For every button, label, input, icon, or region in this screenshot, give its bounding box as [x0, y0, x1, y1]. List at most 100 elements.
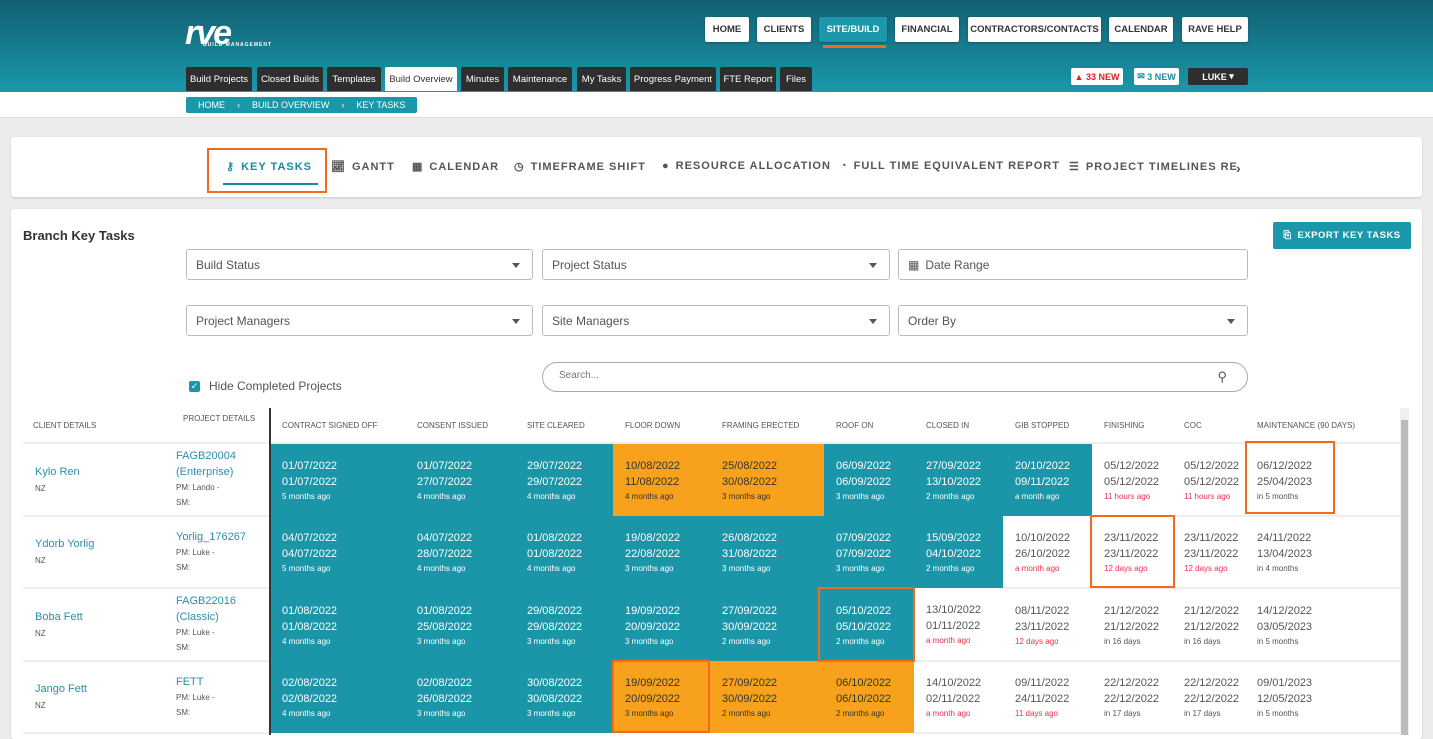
task-cell[interactable]: 06/12/2022 25/04/2023 in 5 months: [1245, 443, 1400, 517]
task-cell[interactable]: 30/08/2022 30/08/2022 3 months ago: [515, 660, 613, 733]
export-key-tasks-button[interactable]: ⎘ EXPORT KEY TASKS: [1273, 222, 1411, 249]
nav-contractors[interactable]: CONTRACTORS/CONTACTS: [968, 17, 1101, 42]
task-cell[interactable]: 13/10/2022 01/11/2022 a month ago: [914, 588, 1003, 662]
alerts-badge[interactable]: ▲ 33 NEW: [1071, 68, 1123, 85]
task-cell[interactable]: 14/12/2022 03/05/2023 in 5 months: [1245, 588, 1400, 662]
task-cell[interactable]: 22/12/2022 22/12/2022 in 17 days: [1172, 660, 1245, 734]
messages-badge[interactable]: ✉ 3 NEW: [1134, 68, 1179, 85]
build-status-select[interactable]: Build Status: [186, 249, 533, 280]
task-cell[interactable]: 05/10/2022 05/10/2022 2 months ago: [824, 588, 914, 661]
project-link[interactable]: (Classic): [176, 609, 270, 625]
nav-site-build[interactable]: SITE/BUILD: [819, 17, 887, 42]
tab-label: PROJECT TIMELINES RE: [1085, 160, 1238, 173]
breadcrumb-build-overview[interactable]: BUILD OVERVIEW: [240, 100, 341, 110]
task-cell[interactable]: 01/08/2022 25/08/2022 3 months ago: [405, 588, 515, 661]
tab-resource-allocation[interactable]: ● RESOURCE ALLOCATION: [662, 160, 831, 172]
subnav-fte-report[interactable]: FTE Report: [720, 67, 776, 91]
subnav-maintenance[interactable]: Maintenance: [508, 67, 572, 91]
task-cell[interactable]: 19/09/2022 20/09/2022 3 months ago: [613, 588, 710, 661]
tab-gantt[interactable]: 📈︎ GANTT: [331, 160, 395, 174]
task-cell[interactable]: 04/07/2022 04/07/2022 5 months ago: [270, 515, 405, 588]
task-cell[interactable]: 07/09/2022 07/09/2022 3 months ago: [824, 515, 914, 588]
hide-completed-checkbox[interactable]: ✓ Hide Completed Projects: [189, 379, 342, 393]
task-cell[interactable]: 06/10/2022 06/10/2022 2 months ago: [824, 660, 914, 733]
task-cell[interactable]: 01/07/2022 27/07/2022 4 months ago: [405, 443, 515, 516]
task-cell[interactable]: 01/08/2022 01/08/2022 4 months ago: [270, 588, 405, 661]
table-scrollbar[interactable]: [1400, 408, 1409, 735]
task-cell[interactable]: 22/12/2022 22/12/2022 in 17 days: [1092, 660, 1172, 734]
project-status-select[interactable]: Project Status: [542, 249, 890, 280]
task-cell[interactable]: 29/07/2022 29/07/2022 4 months ago: [515, 443, 613, 516]
project-link[interactable]: FAGB22016: [176, 593, 270, 609]
project-managers-select[interactable]: Project Managers: [186, 305, 533, 336]
chevron-right-icon[interactable]: ›: [1236, 160, 1242, 176]
rave-logo[interactable]: rve BUILD MANAGEMENT: [185, 14, 271, 53]
task-cell[interactable]: 02/08/2022 26/08/2022 3 months ago: [405, 660, 515, 733]
client-name-link[interactable]: Boba Fett: [35, 611, 173, 623]
task-cell[interactable]: 01/08/2022 01/08/2022 4 months ago: [515, 515, 613, 588]
subnav-build-overview[interactable]: Build Overview: [385, 67, 457, 91]
tab-project-timelines[interactable]: ☰ PROJECT TIMELINES RE: [1069, 160, 1238, 174]
order-by-select[interactable]: Order By: [898, 305, 1248, 336]
task-cell[interactable]: 10/10/2022 26/10/2022 a month ago: [1003, 515, 1092, 589]
task-cell[interactable]: 08/11/2022 23/11/2022 12 days ago: [1003, 588, 1092, 662]
task-cell[interactable]: 27/09/2022 13/10/2022 2 months ago: [914, 443, 1003, 516]
nav-calendar[interactable]: CALENDAR: [1109, 17, 1173, 42]
task-cell[interactable]: 23/11/2022 23/11/2022 12 days ago: [1172, 515, 1245, 589]
task-cell[interactable]: 25/08/2022 30/08/2022 3 months ago: [710, 443, 824, 516]
nav-rave-help[interactable]: RAVE HELP: [1182, 17, 1248, 42]
task-cell[interactable]: 05/12/2022 05/12/2022 11 hours ago: [1172, 443, 1245, 517]
scrollbar-thumb[interactable]: [1401, 420, 1408, 735]
project-link[interactable]: Yorlig_176267: [176, 529, 270, 545]
task-cell[interactable]: 19/08/2022 22/08/2022 3 months ago: [613, 515, 710, 588]
user-menu[interactable]: LUKE ▾: [1188, 68, 1248, 85]
task-cell[interactable]: 24/11/2022 13/04/2023 in 4 months: [1245, 515, 1400, 589]
task-cell[interactable]: 15/09/2022 04/10/2022 2 months ago: [914, 515, 1003, 588]
tab-calendar[interactable]: ▦ CALENDAR: [412, 160, 499, 174]
search-box[interactable]: ⚲: [542, 362, 1248, 392]
nav-home[interactable]: HOME: [705, 17, 749, 42]
task-cell[interactable]: 14/10/2022 02/11/2022 a month ago: [914, 660, 1003, 734]
site-managers-select[interactable]: Site Managers: [542, 305, 890, 336]
task-cell[interactable]: 19/09/2022 20/09/2022 3 months ago: [613, 660, 710, 733]
task-cell[interactable]: 21/12/2022 21/12/2022 in 16 days: [1092, 588, 1172, 662]
subnav-progress-payment[interactable]: Progress Payment: [630, 67, 716, 91]
project-link[interactable]: FETT: [176, 674, 270, 690]
tab-fte-report[interactable]: ◔ FULL TIME EQUIVALENT REPORT: [840, 160, 1060, 172]
task-cell[interactable]: 23/11/2022 23/11/2022 12 days ago: [1092, 515, 1172, 589]
project-link[interactable]: FAGB20004: [176, 448, 270, 464]
relative-time: 4 months ago: [527, 492, 576, 502]
search-icon[interactable]: ⚲: [1217, 369, 1227, 385]
task-cell[interactable]: 26/08/2022 31/08/2022 3 months ago: [710, 515, 824, 588]
task-cell[interactable]: 05/12/2022 05/12/2022 11 hours ago: [1092, 443, 1172, 517]
task-cell[interactable]: 21/12/2022 21/12/2022 in 16 days: [1172, 588, 1245, 662]
date-range-input[interactable]: ▦ Date Range: [898, 249, 1248, 280]
task-cell[interactable]: 27/09/2022 30/09/2022 2 months ago: [710, 588, 824, 661]
nav-financial[interactable]: FINANCIAL: [895, 17, 959, 42]
nav-clients[interactable]: CLIENTS: [757, 17, 811, 42]
task-cell[interactable]: 09/11/2022 24/11/2022 11 days ago: [1003, 660, 1092, 734]
search-input[interactable]: [559, 370, 1159, 381]
project-link[interactable]: (Enterprise): [176, 464, 270, 480]
breadcrumb-home[interactable]: HOME: [186, 100, 237, 110]
subnav-files[interactable]: Files: [780, 67, 812, 91]
client-name-link[interactable]: Jango Fett: [35, 683, 173, 695]
task-cell[interactable]: 10/08/2022 11/08/2022 4 months ago: [613, 443, 710, 516]
task-cell[interactable]: 29/08/2022 29/08/2022 3 months ago: [515, 588, 613, 661]
subnav-my-tasks[interactable]: My Tasks: [577, 67, 626, 91]
subnav-minutes[interactable]: Minutes: [461, 67, 504, 91]
client-name-link[interactable]: Kylo Ren: [35, 466, 173, 478]
task-cell[interactable]: 02/08/2022 02/08/2022 4 months ago: [270, 660, 405, 733]
tab-timeframe-shift[interactable]: ◷ TIMEFRAME SHIFT: [514, 160, 646, 174]
task-cell[interactable]: 20/10/2022 09/11/2022 a month ago: [1003, 443, 1092, 516]
task-cell[interactable]: 04/07/2022 28/07/2022 4 months ago: [405, 515, 515, 588]
subnav-build-projects[interactable]: Build Projects: [186, 67, 252, 91]
subnav-templates[interactable]: Templates: [327, 67, 381, 91]
task-cell[interactable]: 01/07/2022 01/07/2022 5 months ago: [270, 443, 405, 516]
task-cell[interactable]: 06/09/2022 06/09/2022 3 months ago: [824, 443, 914, 516]
subnav-closed-builds[interactable]: Closed Builds: [257, 67, 323, 91]
client-name-link[interactable]: Ydorb Yorlig: [35, 538, 173, 550]
task-cell[interactable]: 09/01/2023 12/05/2023 in 5 months: [1245, 660, 1400, 734]
tab-key-tasks[interactable]: ⚷ KEY TASKS: [226, 160, 312, 174]
task-cell[interactable]: 27/09/2022 30/09/2022 2 months ago: [710, 660, 824, 733]
